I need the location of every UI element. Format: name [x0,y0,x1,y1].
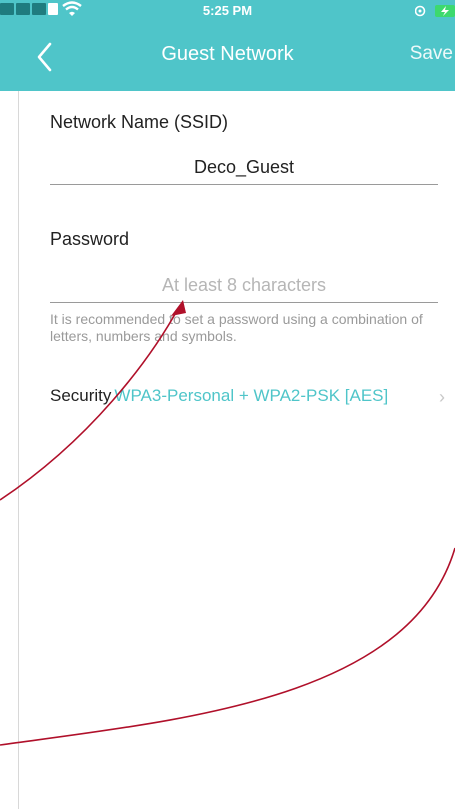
security-row[interactable]: Security WPA3-Personal + WPA2-PSK [AES] › [50,386,445,412]
chevron-right-icon: › [439,387,445,407]
password-label: Password [50,229,130,249]
battery-icon [414,2,455,18]
password-hint: It is recommended to set a password usin… [50,311,423,344]
ssid-label: Network Name (SSID) [50,112,229,132]
page-title: Guest Network [161,43,294,65]
header: 5:25 PM Guest Network Save [0,0,455,91]
security-value: WPA3-Personal + WPA2-PSK [AES] [114,386,389,405]
annotation-curve-right [0,547,455,746]
status-bar: 5:25 PM [0,0,455,22]
nav-bar: Guest Network Save [0,22,455,91]
status-time: 5:25 PM [202,3,253,18]
password-input[interactable] [50,268,438,303]
divider [18,91,19,809]
ssid-input[interactable] [50,150,438,185]
save-button[interactable]: Save [410,43,453,65]
annotation-curve-middle [250,548,455,595]
security-label: Security [50,386,112,405]
